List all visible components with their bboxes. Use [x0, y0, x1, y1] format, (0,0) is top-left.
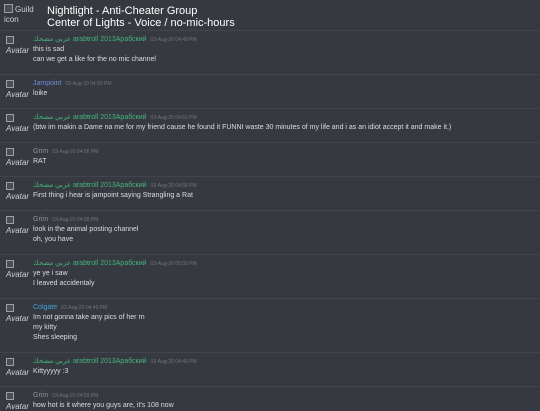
message-divider — [0, 254, 540, 255]
message-header: عربي مضحك arabtroll 2013Арабский 03-Aug-2… — [33, 259, 197, 269]
message-divider — [0, 210, 540, 211]
message-divider — [0, 298, 540, 299]
message-divider — [0, 386, 540, 387]
message-timestamp: 03-Aug-20 04:59 PM — [52, 393, 99, 399]
guild-title: Nightlight - Anti-Cheater Group — [47, 5, 198, 17]
message-content: RAT — [33, 158, 47, 165]
message-timestamp: 03-Aug-20 04:49 PM — [150, 359, 197, 365]
message-header: عربي مضحك arabtroll 2013Арабский 03-Aug-2… — [33, 357, 197, 367]
author-name[interactable]: عربي مضحك arabtroll 2013Арабский — [33, 358, 147, 365]
message-content: my kitty — [33, 324, 57, 331]
avatar-alt-text: Avatar — [6, 402, 29, 411]
broken-image-icon — [6, 216, 14, 224]
message-header: عربي مضحك arabtroll 2013Арабский 03-Aug-2… — [33, 35, 197, 45]
message-timestamp: 03-Aug-20 04:50 PM — [65, 81, 112, 87]
channel-path: Center of Lights - Voice / no-mic-hours — [47, 17, 235, 29]
avatar[interactable]: Avatar — [6, 216, 32, 235]
author-name[interactable]: Jampoint — [33, 80, 61, 87]
message-content: how hot is it where you guys are, it's 1… — [33, 402, 174, 409]
message-header: عربي مضحك arabtroll 2013Арабский 03-Aug-2… — [33, 113, 197, 123]
broken-image-icon — [6, 80, 14, 88]
message-timestamp: 03-Aug-20 04:56 PM — [52, 149, 99, 155]
channel-header: Guild icon Nightlight - Anti-Cheater Gro… — [0, 0, 540, 30]
avatar-alt-text: Avatar — [6, 158, 29, 167]
avatar-alt-text: Avatar — [6, 314, 29, 323]
header-text: Nightlight - Anti-Cheater Group Center o… — [47, 5, 235, 29]
avatar[interactable]: Avatar — [6, 304, 32, 323]
broken-image-icon — [6, 260, 14, 268]
avatar-alt-text: Avatar — [6, 226, 29, 235]
broken-image-icon — [6, 36, 14, 44]
guild-icon[interactable]: Guild icon — [4, 4, 36, 26]
message-header: Grim 03-Aug-20 04:56 PM — [33, 147, 98, 157]
author-name[interactable]: Colgate — [33, 304, 57, 311]
avatar-alt-text: Avatar — [6, 90, 29, 99]
avatar[interactable]: Avatar — [6, 358, 32, 377]
author-name[interactable]: عربي مضحك arabtroll 2013Арабский — [33, 182, 147, 189]
message-content: Im not gonna take any pics of her rn — [33, 314, 145, 321]
avatar[interactable]: Avatar — [6, 114, 32, 133]
avatar[interactable]: Avatar — [6, 260, 32, 279]
message-divider — [0, 74, 540, 75]
message-divider — [0, 30, 540, 31]
message-timestamp: 03-Aug-20 04:49 PM — [150, 37, 197, 43]
message-header: Grim 03-Aug-20 04:59 PM — [33, 391, 98, 401]
broken-image-icon — [6, 358, 14, 366]
broken-image-icon — [4, 4, 13, 13]
avatar-alt-text: Avatar — [6, 124, 29, 133]
avatar-alt-text: Avatar — [6, 46, 29, 55]
message-content: can we get a like for the no mic channel — [33, 56, 156, 63]
message-content: I leaved accidentaly — [33, 280, 95, 287]
avatar-alt-text: Avatar — [6, 192, 29, 201]
author-name[interactable]: Grim — [33, 392, 48, 399]
message-header: Colgate 03-Aug-20 04:49 PM — [33, 303, 107, 313]
message-timestamp: 03-Aug-20 04:49 PM — [61, 305, 108, 311]
message-content: look in the animal posting channel — [33, 226, 139, 233]
avatar[interactable]: Avatar — [6, 392, 32, 411]
message-header: Grim 03-Aug-20 04:58 PM — [33, 215, 98, 225]
message-divider — [0, 108, 540, 109]
message-divider — [0, 142, 540, 143]
message-timestamp: 03-Aug-20 04:52 PM — [150, 115, 197, 121]
author-name[interactable]: Grim — [33, 216, 48, 223]
message-content: loike — [33, 90, 48, 97]
author-name[interactable]: عربي مضحك arabtroll 2013Арабский — [33, 114, 147, 121]
message-content: (btw im makin a Dame na me for my friend… — [33, 124, 452, 131]
author-name[interactable]: عربي مضحك arabtroll 2013Арабский — [33, 36, 147, 43]
avatar-alt-text: Avatar — [6, 270, 29, 279]
message-timestamp: 03-Aug-20 04:58 PM — [52, 217, 99, 223]
message-header: عربي مضحك arabtroll 2013Арабский 03-Aug-2… — [33, 181, 197, 191]
broken-image-icon — [6, 182, 14, 190]
avatar[interactable]: Avatar — [6, 80, 32, 99]
broken-image-icon — [6, 114, 14, 122]
broken-image-icon — [6, 304, 14, 312]
broken-image-icon — [6, 392, 14, 400]
message-timestamp: 03-Aug-20 05:02 PM — [150, 261, 197, 267]
author-name[interactable]: عربي مضحك arabtroll 2013Арабский — [33, 260, 147, 267]
message-content: this is sad — [33, 46, 65, 53]
message-timestamp: 03-Aug-20 04:58 PM — [150, 183, 197, 189]
avatar[interactable]: Avatar — [6, 182, 32, 201]
message-divider — [0, 352, 540, 353]
message-content: Shes sleeping — [33, 334, 77, 341]
author-name[interactable]: Grim — [33, 148, 48, 155]
message-content: First thing i hear is jampoint saying St… — [33, 192, 193, 199]
message-header: Jampoint 03-Aug-20 04:50 PM — [33, 79, 112, 89]
message-divider — [0, 176, 540, 177]
message-content: oh, you have — [33, 236, 74, 243]
avatar-alt-text: Avatar — [6, 368, 29, 377]
message-content: ye ye i saw — [33, 270, 68, 277]
broken-image-icon — [6, 148, 14, 156]
avatar[interactable]: Avatar — [6, 148, 32, 167]
avatar[interactable]: Avatar — [6, 36, 32, 55]
message-content: Kittyyyyy :3 — [33, 368, 69, 375]
